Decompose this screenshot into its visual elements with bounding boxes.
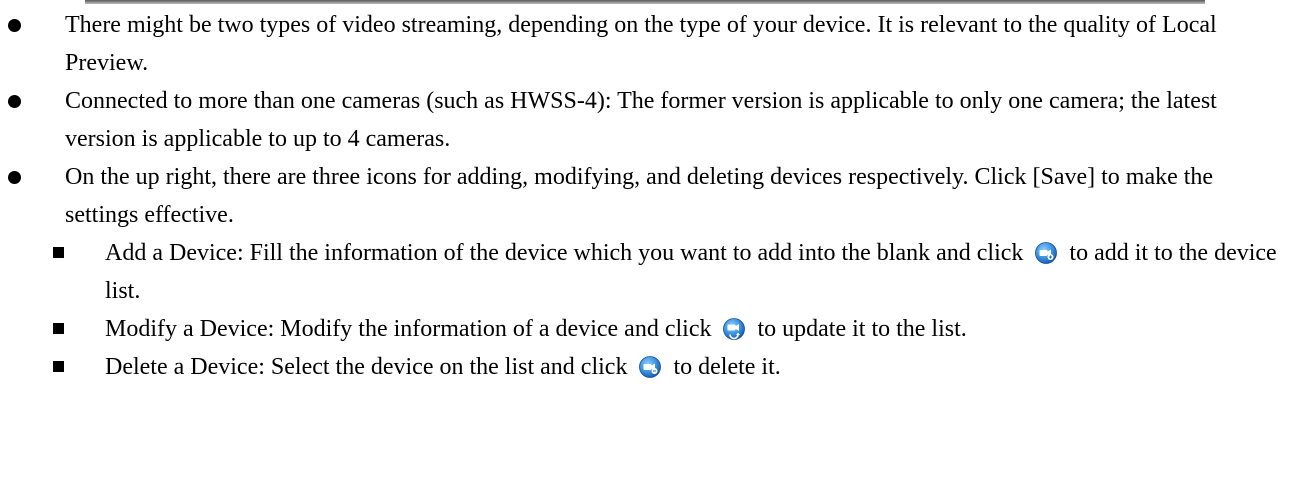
sub-bullet-text-before: Delete a Device: Select the device on th… — [105, 354, 628, 380]
bullet-dot-icon — [8, 19, 21, 32]
page-top-rule — [85, 0, 1205, 4]
bullet-text: On the up right, there are three icons f… — [65, 164, 1214, 228]
sub-bullet-add-device: Add a Device: Fill the information of th… — [0, 234, 1290, 310]
bullet-item-cameras: Connected to more than one cameras (such… — [0, 82, 1280, 158]
bullet-text: There might be two types of video stream… — [65, 12, 1217, 76]
bullet-item-streaming: There might be two types of video stream… — [0, 6, 1280, 82]
add-device-icon[interactable] — [1035, 242, 1058, 264]
sub-bullet-text-after: to update it to the list. — [757, 316, 967, 342]
bullet-square-icon — [53, 361, 64, 372]
sub-bullet-text-before: Add a Device: Fill the information of th… — [105, 240, 1024, 266]
delete-device-icon[interactable] — [639, 356, 662, 378]
bullet-item-icons: On the up right, there are three icons f… — [0, 158, 1280, 234]
bullet-square-icon — [53, 247, 64, 258]
bullet-dot-icon — [8, 95, 21, 108]
bullet-text: Connected to more than one cameras (such… — [65, 88, 1217, 152]
sub-bullet-text-after: to delete it. — [673, 354, 781, 380]
bullet-dot-icon — [8, 171, 21, 184]
bullet-square-icon — [53, 323, 64, 334]
sub-bullet-text-before: Modify a Device: Modify the information … — [105, 316, 712, 342]
sub-bullet-delete-device: Delete a Device: Select the device on th… — [0, 348, 1290, 386]
modify-device-icon[interactable] — [723, 318, 746, 340]
sub-bullet-modify-device: Modify a Device: Modify the information … — [0, 310, 1290, 348]
document-body: There might be two types of video stream… — [0, 6, 1296, 386]
